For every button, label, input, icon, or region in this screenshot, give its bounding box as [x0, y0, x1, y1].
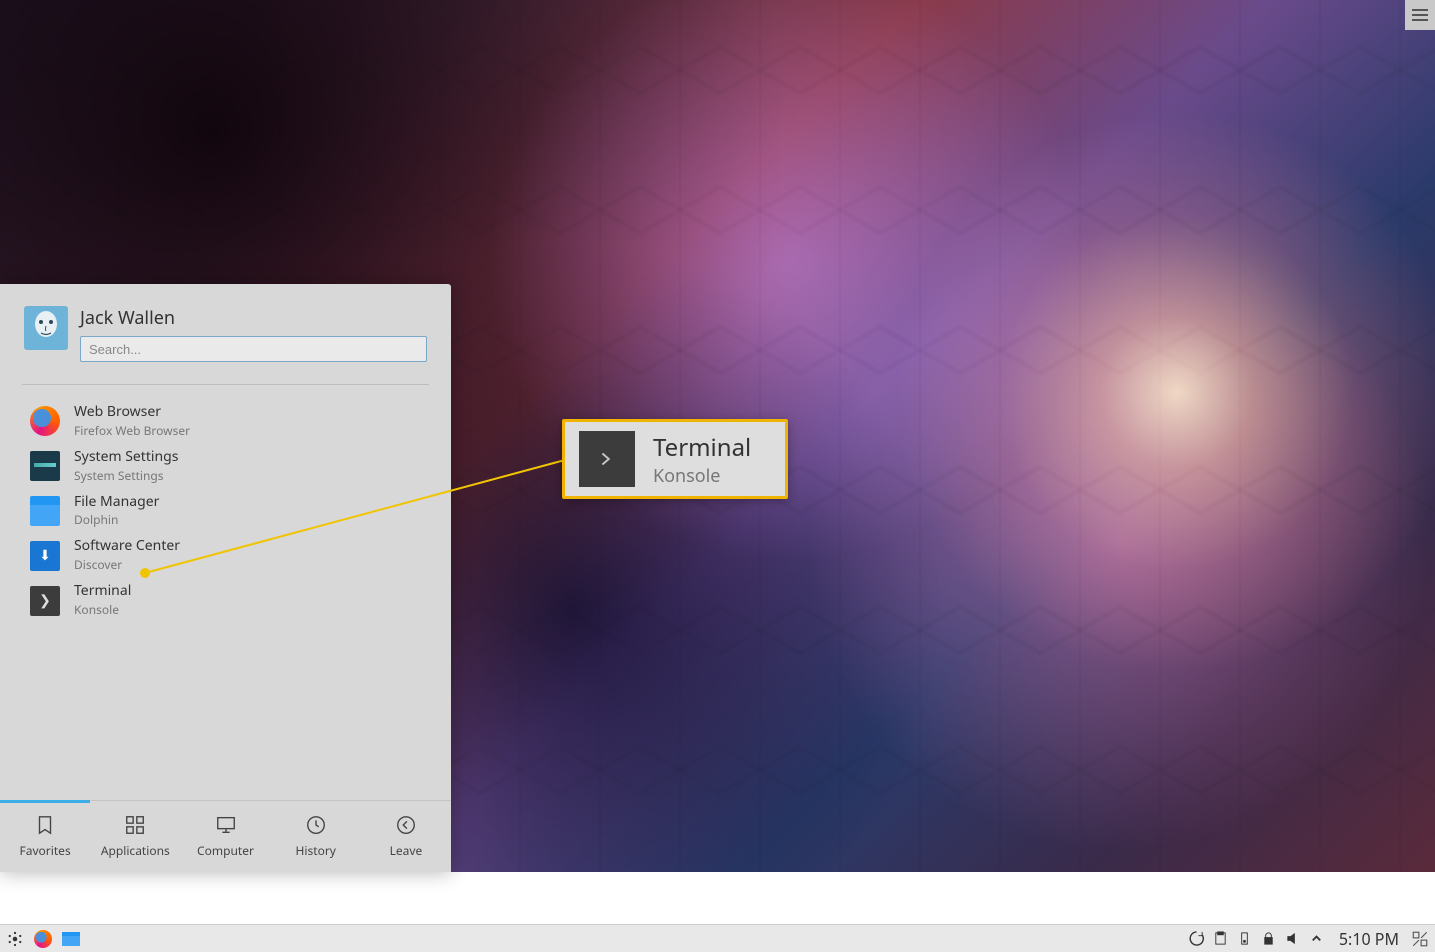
tab-label: Favorites: [19, 842, 70, 859]
callout-subtitle: Konsole: [653, 464, 751, 488]
fav-title: File Manager: [74, 494, 159, 511]
grid-icon: [124, 814, 146, 836]
application-launcher: Jack Wallen Web BrowserFirefox Web Brows…: [0, 284, 451, 872]
annotation-callout: Terminal Konsole: [562, 419, 788, 499]
kde-icon: [6, 930, 24, 948]
callout-title: Terminal: [653, 431, 751, 464]
fav-title: System Settings: [74, 449, 178, 466]
tab-history[interactable]: History: [271, 801, 361, 872]
tray-updates[interactable]: [1187, 929, 1207, 949]
panel-menu-button[interactable]: [1405, 0, 1435, 30]
launcher-header: Jack Wallen: [0, 284, 451, 376]
tab-leave[interactable]: Leave: [361, 801, 451, 872]
folder-icon: [62, 932, 80, 946]
hamburger-icon: [1412, 7, 1428, 23]
folder-icon: [30, 496, 60, 526]
taskbar: 5:10 PM: [0, 924, 1435, 952]
favorite-item-system-settings[interactable]: System SettingsSystem Settings: [24, 444, 427, 489]
favorites-list: Web BrowserFirefox Web Browser System Se…: [0, 399, 451, 800]
tray-clipboard[interactable]: [1211, 929, 1231, 949]
monitor-icon: [215, 814, 237, 836]
terminal-icon: [579, 431, 635, 487]
tab-favorites[interactable]: Favorites: [0, 801, 90, 872]
favorite-item-file-manager[interactable]: File ManagerDolphin: [24, 489, 427, 534]
fav-title: Terminal: [74, 583, 131, 600]
discover-icon: [30, 541, 60, 571]
favorite-item-software-center[interactable]: Software CenterDiscover: [24, 533, 427, 578]
tray-lock[interactable]: [1259, 929, 1279, 949]
firefox-icon: [30, 406, 60, 436]
fav-subtitle: Konsole: [74, 601, 131, 618]
fav-title: Web Browser: [74, 404, 190, 421]
tab-label: Applications: [101, 842, 170, 859]
tray-device[interactable]: [1235, 929, 1255, 949]
taskbar-clock[interactable]: 5:10 PM: [1331, 928, 1407, 950]
tab-label: History: [296, 842, 336, 859]
fav-subtitle: Dolphin: [74, 511, 159, 528]
device-icon: [1237, 931, 1252, 946]
fav-subtitle: Firefox Web Browser: [74, 422, 190, 439]
launcher-tabs: Favorites Applications Computer History …: [0, 800, 451, 872]
tab-label: Leave: [390, 842, 423, 859]
search-input[interactable]: [80, 336, 427, 362]
tab-computer[interactable]: Computer: [180, 801, 270, 872]
favorite-item-web-browser[interactable]: Web BrowserFirefox Web Browser: [24, 399, 427, 444]
user-name: Jack Wallen: [80, 306, 427, 330]
tab-applications[interactable]: Applications: [90, 801, 180, 872]
bookmark-icon: [34, 814, 56, 836]
user-avatar[interactable]: [24, 306, 68, 350]
tab-label: Computer: [197, 842, 254, 859]
show-desktop-icon: [1411, 930, 1429, 948]
settings-icon: [30, 451, 60, 481]
chevron-up-icon: [1309, 931, 1324, 946]
taskbar-firefox[interactable]: [30, 927, 56, 951]
show-desktop-button[interactable]: [1411, 929, 1429, 949]
back-icon: [395, 814, 417, 836]
terminal-icon: [30, 586, 60, 616]
fav-title: Software Center: [74, 538, 180, 555]
clock-icon: [305, 814, 327, 836]
avatar-face-icon: [30, 310, 62, 346]
fav-subtitle: Discover: [74, 556, 180, 573]
tray-volume[interactable]: [1283, 929, 1303, 949]
start-menu-button[interactable]: [2, 927, 28, 951]
divider: [22, 384, 429, 385]
clipboard-icon: [1213, 931, 1228, 946]
taskbar-files[interactable]: [58, 927, 84, 951]
volume-icon: [1285, 931, 1300, 946]
lock-icon: [1261, 931, 1276, 946]
fav-subtitle: System Settings: [74, 467, 178, 484]
favorite-item-terminal[interactable]: TerminalKonsole: [24, 578, 427, 623]
update-icon: [1189, 931, 1204, 946]
firefox-icon: [34, 930, 52, 948]
tray-expand[interactable]: [1307, 929, 1327, 949]
